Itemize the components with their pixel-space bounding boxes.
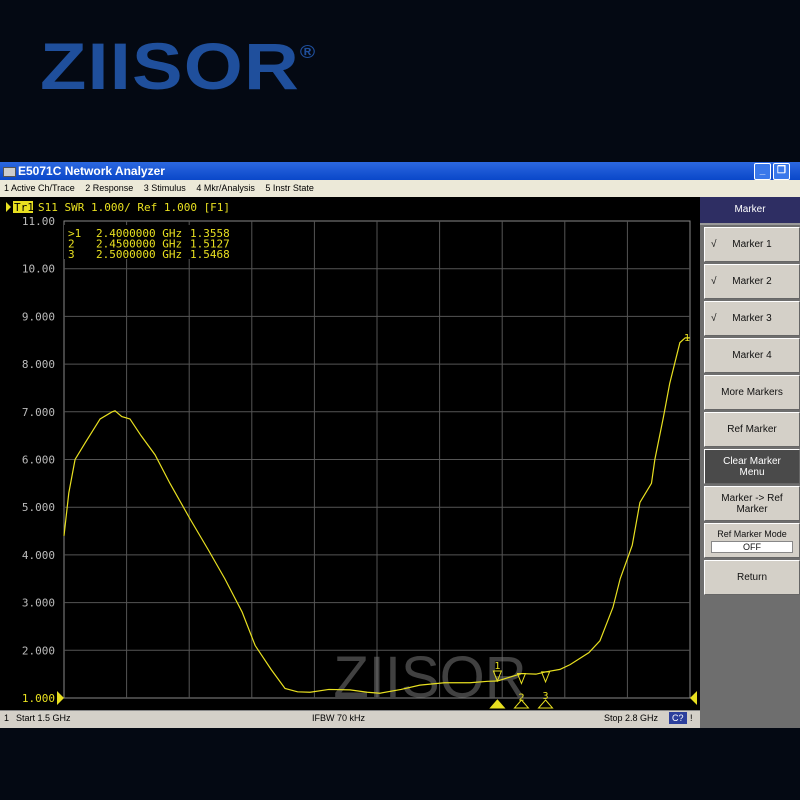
active-trace-arrow [6,202,11,212]
softkey-label: Ref Marker [727,424,777,435]
plot-area: 11.00 10.00 9.000 8.000 7.000 6.000 5.000 4.000… [0,197,700,710]
softkey-more-markers[interactable]: More Markers [704,375,800,410]
menu-active-ch[interactable]: 1 Active Ch/Trace [4,183,75,193]
marker-3-triangle [540,671,551,684]
ref-marker-mode-value: OFF [711,540,793,553]
softkey-ref-marker[interactable]: Ref Marker [704,412,800,447]
minimize-button[interactable]: _ [754,163,771,180]
y-tick-label: 8.000 [22,358,55,371]
app-icon [3,167,16,177]
y-tick-label: 10.00 [22,263,55,276]
y-tick-label: 9.000 [22,310,55,323]
restore-button[interactable]: ❐ [773,163,790,180]
y-tick-label: 1.000 [22,692,55,705]
y-tick-label: 11.00 [22,215,55,228]
marker-table-freq: 2.5000000 GHz [96,248,182,261]
ref-arrow-left [57,691,64,705]
ifbw[interactable]: IFBW 70 kHz [312,711,365,726]
y-tick-label: 2.000 [22,644,55,657]
stop-freq[interactable]: Stop 2.8 GHz [604,711,658,726]
check-icon: √ [711,239,717,250]
softkey-marker-3[interactable]: √ Marker 3 [704,301,800,336]
marker-table-label: 3 [68,248,75,261]
softkey-panel: Marker √ Marker 1 √ Marker 2 √ Marker 3 Marker… [700,197,800,728]
softkey-label: Marker 1 [732,239,772,250]
channel-number: 1 [4,713,10,723]
softkey-marker-1[interactable]: √ Marker 1 [704,227,800,262]
y-tick-label: 5.000 [22,501,55,514]
panel-header: Marker [700,197,800,225]
marker-1-number: 1 [494,661,500,672]
check-icon: √ [711,276,717,287]
check-icon: √ [711,313,717,324]
brand-logo: ZIISOR® [40,29,317,103]
status-bar: 1 Start 1.5 GHz IFBW 70 kHz Stop 2.8 GHz… [0,710,700,726]
softkey-label: Marker 4 [732,350,772,361]
y-tick-label: 3.000 [22,597,55,610]
menu-response[interactable]: 2 Response [85,183,133,193]
softkey-marker-ref-marker[interactable]: Marker -> Ref Marker [704,486,800,521]
softkey-label: Marker 2 [732,276,772,287]
softkey-marker-4[interactable]: Marker 4 [704,338,800,373]
return-button[interactable]: Return [704,560,800,595]
softkey-clear-marker-menu[interactable]: Clear Marker Menu [704,449,800,484]
trace-tag: Tr1 [14,201,34,214]
cal-status: C? [669,712,687,724]
menu-instr-state[interactable]: 5 Instr State [265,183,314,193]
softkey-label: Marker 3 [732,313,772,324]
menu-stimulus[interactable]: 3 Stimulus [144,183,186,193]
y-tick-label: 7.000 [22,406,55,419]
ref-arrow-right [690,691,697,705]
menu-mkr-analysis[interactable]: 4 Mkr/Analysis [196,183,255,193]
start-freq[interactable]: Start 1.5 GHz [16,711,71,726]
menu-bar: 1 Active Ch/Trace 2 Response 3 Stimulus … [0,180,800,197]
softkey-label: Clear Marker Menu [723,455,781,478]
swr-chart: 11.00 10.00 9.000 8.000 7.000 6.000 5.000 4.000… [6,201,697,710]
marker-table-value: 1.5468 [190,248,230,261]
trace-header: S11 SWR 1.000/ Ref 1.000 [F1] [38,201,230,214]
y-tick-label: 6.000 [22,454,55,467]
softkey-label: More Markers [721,387,783,398]
y-tick-label: 4.000 [22,549,55,562]
trace-number-label: 1 [684,333,690,344]
status-flag: ! [690,713,693,723]
softkey-marker-2[interactable]: √ Marker 2 [704,264,800,299]
window-title: E5071C Network Analyzer [18,164,165,178]
title-bar: E5071C Network Analyzer _ ❐ [0,162,800,180]
ref-marker-mode-button[interactable]: Ref Marker Mode OFF [704,523,800,558]
softkey-label: Marker -> Ref Marker [721,492,783,515]
